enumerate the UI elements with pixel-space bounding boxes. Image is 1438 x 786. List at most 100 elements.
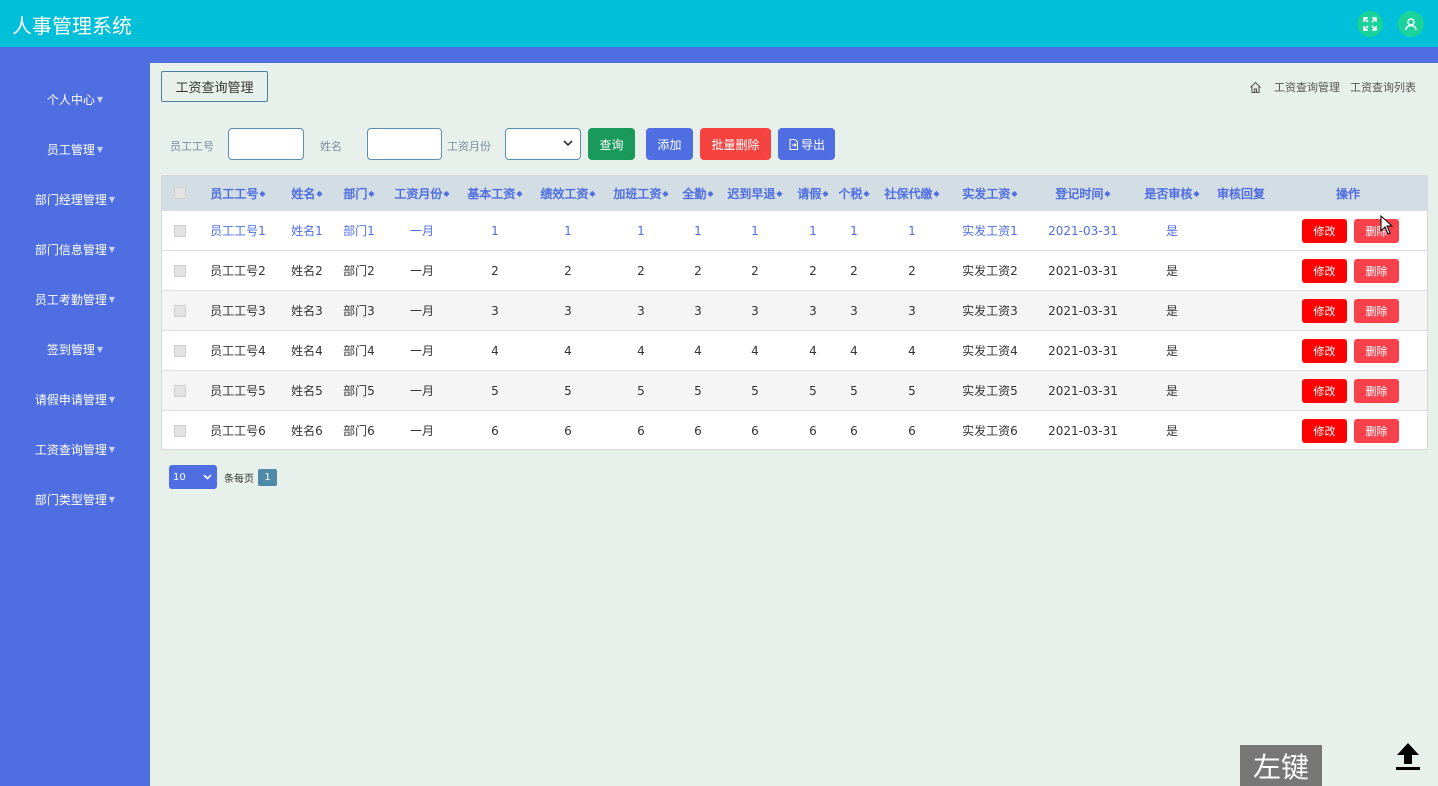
edit-button[interactable]: 修改 (1302, 419, 1347, 443)
cell-employee-no: 员工工号1 (210, 224, 266, 238)
sort-icon: ◆ (443, 188, 450, 198)
row-checkbox[interactable] (174, 264, 186, 277)
mouse-cursor-icon (1380, 215, 1393, 235)
query-button[interactable]: 查询 (588, 128, 635, 160)
add-button[interactable]: 添加 (646, 128, 693, 160)
edit-button[interactable]: 修改 (1302, 299, 1347, 323)
fullscreen-button[interactable] (1357, 11, 1383, 37)
delete-button[interactable]: 删除 (1354, 259, 1399, 283)
delete-button[interactable]: 删除 (1354, 339, 1399, 363)
fullscreen-icon (1363, 17, 1377, 31)
home-icon[interactable] (1249, 81, 1262, 94)
breadcrumb-item[interactable]: 工资查询管理 (1274, 79, 1340, 95)
page-number-button[interactable]: 1 (258, 468, 277, 486)
column-header[interactable]: 部门 ◆ (336, 176, 382, 210)
column-header[interactable]: 请假 ◆ (788, 176, 838, 210)
cell-perf: 1 (564, 223, 572, 238)
column-header[interactable]: 绩效工资 ◆ (528, 176, 608, 210)
cell-perf: 6 (564, 423, 572, 438)
edit-button[interactable]: 修改 (1302, 259, 1347, 283)
column-header[interactable]: 迟到早退 ◆ (722, 176, 788, 210)
cell-social: 5 (908, 383, 916, 398)
delete-button[interactable]: 删除 (1354, 299, 1399, 323)
cell-late: 3 (751, 303, 759, 318)
cell-month: 一月 (409, 224, 434, 238)
cell-base: 3 (491, 303, 499, 318)
page-size-select[interactable]: 10 (169, 465, 217, 489)
row-checkbox[interactable] (174, 384, 186, 397)
cell-reply (1204, 251, 1278, 290)
cell-date: 2021-03-31 (1048, 263, 1118, 278)
batch-delete-button[interactable]: 批量删除 (700, 128, 771, 160)
row-checkbox[interactable] (174, 224, 186, 237)
sidebar-item-employee[interactable]: 员工管理 ▼ (0, 137, 150, 161)
file-export-icon (789, 138, 798, 150)
column-header[interactable]: 员工工号 ◆ (198, 176, 278, 210)
user-button[interactable] (1398, 11, 1424, 37)
sidebar-item-label: 请假申请管理 (34, 392, 107, 407)
column-header[interactable]: 实发工资 ◆ (954, 176, 1026, 210)
sort-icon: ◆ (776, 188, 783, 198)
column-header[interactable]: 登记时间 ◆ (1026, 176, 1140, 210)
column-header[interactable]: 加班工资 ◆ (608, 176, 674, 210)
cell-base: 4 (491, 343, 499, 358)
user-icon (1405, 18, 1417, 31)
cell-overtime: 3 (637, 303, 645, 318)
caret-down-icon: ▼ (96, 344, 104, 354)
cell-audited: 是 (1165, 384, 1178, 398)
select-all-checkbox[interactable] (174, 187, 186, 199)
sort-icon: ◆ (662, 188, 669, 198)
sidebar-item-leave[interactable]: 请假申请管理 ▼ (0, 387, 150, 411)
cell-date: 2021-03-31 (1048, 423, 1118, 438)
column-header[interactable]: 是否审核 ◆ (1140, 176, 1204, 210)
cell-social: 1 (908, 223, 916, 238)
employee-no-input[interactable] (228, 128, 304, 160)
sort-icon: ◆ (863, 188, 870, 198)
sidebar-item-signin[interactable]: 签到管理 ▼ (0, 337, 150, 361)
cell-leave: 3 (809, 303, 817, 318)
row-checkbox[interactable] (174, 304, 186, 317)
page-size-value: 10 (173, 471, 186, 483)
column-header[interactable]: 姓名 ◆ (278, 176, 336, 210)
export-label: 导出 (800, 137, 825, 152)
sort-icon: ◆ (1104, 188, 1111, 198)
sidebar-item-personal-center[interactable]: 个人中心 ▼ (0, 87, 150, 111)
delete-button[interactable]: 删除 (1354, 379, 1399, 403)
cell-perf: 4 (564, 343, 572, 358)
cell-base: 2 (491, 263, 499, 278)
month-select[interactable] (505, 128, 581, 160)
sidebar-item-dept-manager[interactable]: 部门经理管理 ▼ (0, 187, 150, 211)
cell-perf: 2 (564, 263, 572, 278)
cell-base: 5 (491, 383, 499, 398)
row-select-cell (162, 211, 198, 250)
column-header[interactable]: 全勤 ◆ (674, 176, 722, 210)
sidebar-item-dept-type[interactable]: 部门类型管理 ▼ (0, 487, 150, 511)
sidebar-item-label: 部门类型管理 (34, 492, 107, 507)
sidebar-item-salary[interactable]: 工资查询管理 ▼ (0, 437, 150, 461)
edit-button[interactable]: 修改 (1302, 339, 1347, 363)
cell-attendance: 3 (694, 303, 702, 318)
sidebar-item-label: 部门经理管理 (34, 192, 107, 207)
cell-attendance: 2 (694, 263, 702, 278)
page-title-button[interactable]: 工资查询管理 (161, 71, 268, 102)
edit-button[interactable]: 修改 (1302, 219, 1347, 243)
delete-button[interactable]: 删除 (1354, 419, 1399, 443)
row-checkbox[interactable] (174, 424, 186, 437)
export-button[interactable]: 导出 (778, 128, 835, 160)
column-header[interactable]: 个税 ◆ (838, 176, 870, 210)
name-input[interactable] (367, 128, 442, 160)
back-to-top-icon[interactable] (1394, 741, 1422, 771)
breadcrumb-item: 工资查询列表 (1350, 81, 1416, 94)
edit-button[interactable]: 修改 (1302, 379, 1347, 403)
cell-month: 一月 (409, 304, 434, 318)
cell-tax: 3 (850, 303, 858, 318)
column-header[interactable]: 工资月份 ◆ (382, 176, 462, 210)
sidebar-item-attendance[interactable]: 员工考勤管理 ▼ (0, 287, 150, 311)
cell-leave: 2 (809, 263, 817, 278)
column-header[interactable]: 基本工资 ◆ (462, 176, 528, 210)
sidebar-item-dept-info[interactable]: 部门信息管理 ▼ (0, 237, 150, 261)
row-checkbox[interactable] (174, 344, 186, 357)
cell-late: 6 (751, 423, 759, 438)
cell-leave: 6 (809, 423, 817, 438)
column-header[interactable]: 社保代缴 ◆ (870, 176, 954, 210)
